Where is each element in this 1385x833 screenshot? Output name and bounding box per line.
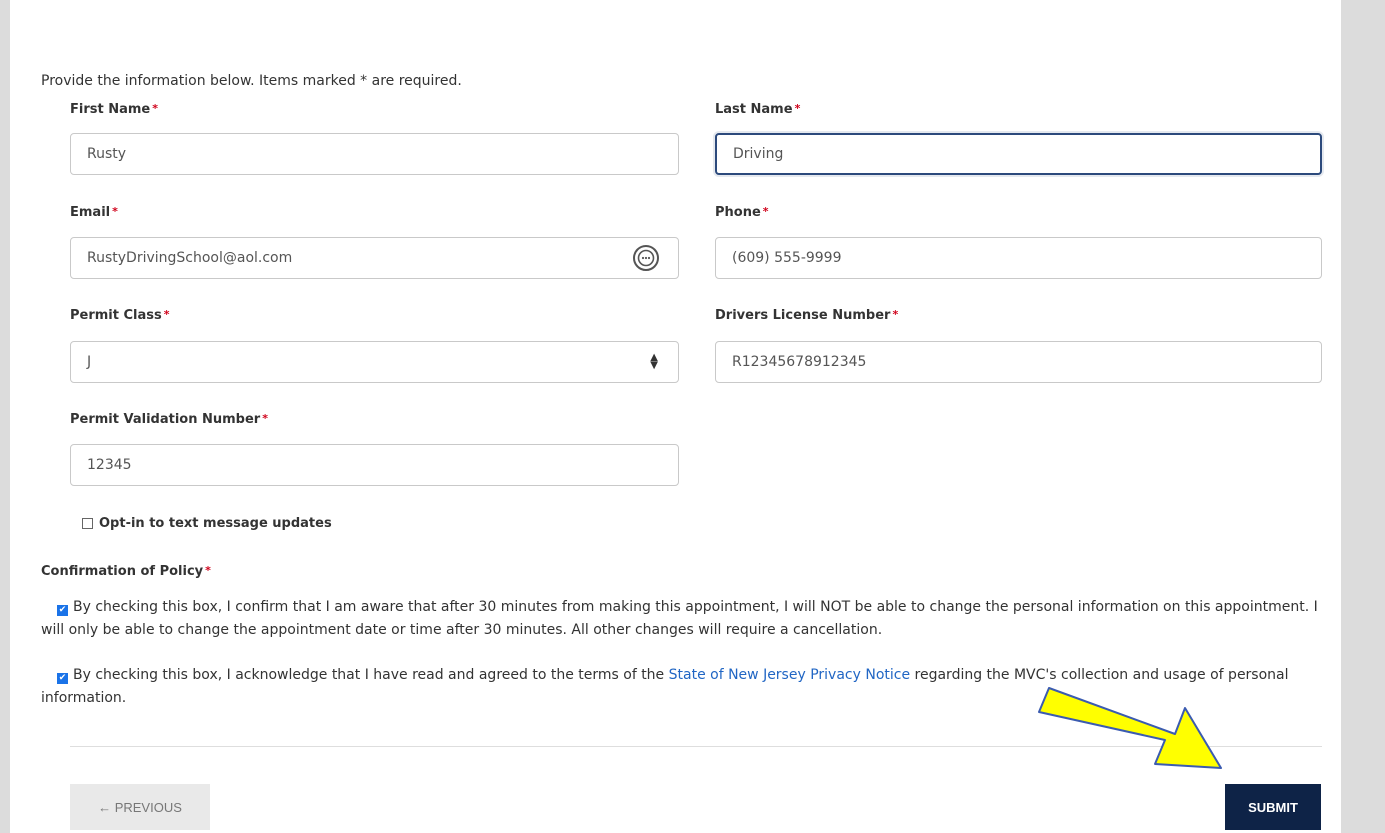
license-number-label: Drivers License Number * — [715, 308, 899, 323]
permit-validation-label: Permit Validation Number * — [70, 412, 268, 427]
previous-button[interactable]: ← PREVIOUS — [70, 784, 210, 830]
first-name-label: First Name * — [70, 102, 159, 117]
last-name-value: Driving — [733, 146, 784, 162]
email-label: Email * — [70, 205, 118, 220]
first-name-value: Rusty — [87, 146, 127, 162]
policy-2-checkbox[interactable]: ✔ — [57, 673, 68, 684]
page: Provide the information below. Items mar… — [0, 0, 1385, 833]
permit-class-label: Permit Class * — [70, 308, 170, 323]
permit-class-value: J — [87, 354, 92, 370]
policy-item-1: ✔ By checking this box, I confirm that I … — [41, 596, 1331, 642]
permit-validation-value: 12345 — [87, 457, 132, 473]
policy-1-checkbox[interactable]: ✔ — [57, 605, 68, 616]
required-marker: * — [163, 308, 170, 321]
form-instructions: Provide the information below. Items mar… — [41, 73, 462, 89]
first-name-input[interactable]: Rusty — [70, 133, 679, 175]
required-marker: * — [794, 102, 801, 115]
required-marker: * — [262, 412, 268, 425]
privacy-notice-link[interactable]: State of New Jersey Privacy Notice — [669, 667, 910, 683]
permit-class-select[interactable]: J ▲ ▼ — [70, 341, 679, 383]
left-gutter — [0, 0, 10, 833]
yellow-arrow-annotation-icon — [1038, 687, 1222, 769]
permit-validation-input[interactable]: 12345 — [70, 444, 679, 486]
phone-label: Phone * — [715, 205, 769, 220]
license-number-input[interactable]: R12345678912345 — [715, 341, 1322, 383]
required-marker: * — [205, 564, 211, 577]
policy-2-text-before: By checking this box, I acknowledge that… — [73, 667, 669, 683]
last-name-label: Last Name * — [715, 102, 801, 117]
required-marker: * — [152, 102, 159, 115]
submit-button[interactable]: SUBMIT — [1225, 784, 1321, 830]
required-marker: * — [112, 205, 118, 218]
opt-in-row[interactable]: Opt-in to text message updates — [82, 516, 332, 531]
last-name-input[interactable]: Driving — [715, 133, 1322, 175]
phone-input[interactable]: (609) 555-9999 — [715, 237, 1322, 279]
email-value: RustyDrivingSchool@aol.com — [87, 250, 293, 266]
required-marker: * — [892, 308, 899, 321]
right-gutter — [1341, 0, 1385, 833]
password-manager-icon[interactable] — [632, 244, 660, 272]
email-input[interactable]: RustyDrivingSchool@aol.com — [70, 237, 679, 279]
policy-1-text: By checking this box, I confirm that I a… — [41, 599, 1318, 638]
opt-in-label: Opt-in to text message updates — [99, 516, 332, 531]
opt-in-checkbox[interactable] — [82, 518, 93, 529]
phone-value: (609) 555-9999 — [732, 250, 842, 266]
select-arrows-icon: ▲ ▼ — [650, 352, 658, 371]
policy-label: Confirmation of Policy * — [41, 564, 211, 579]
required-marker: * — [762, 205, 769, 218]
license-number-value: R12345678912345 — [732, 354, 867, 370]
